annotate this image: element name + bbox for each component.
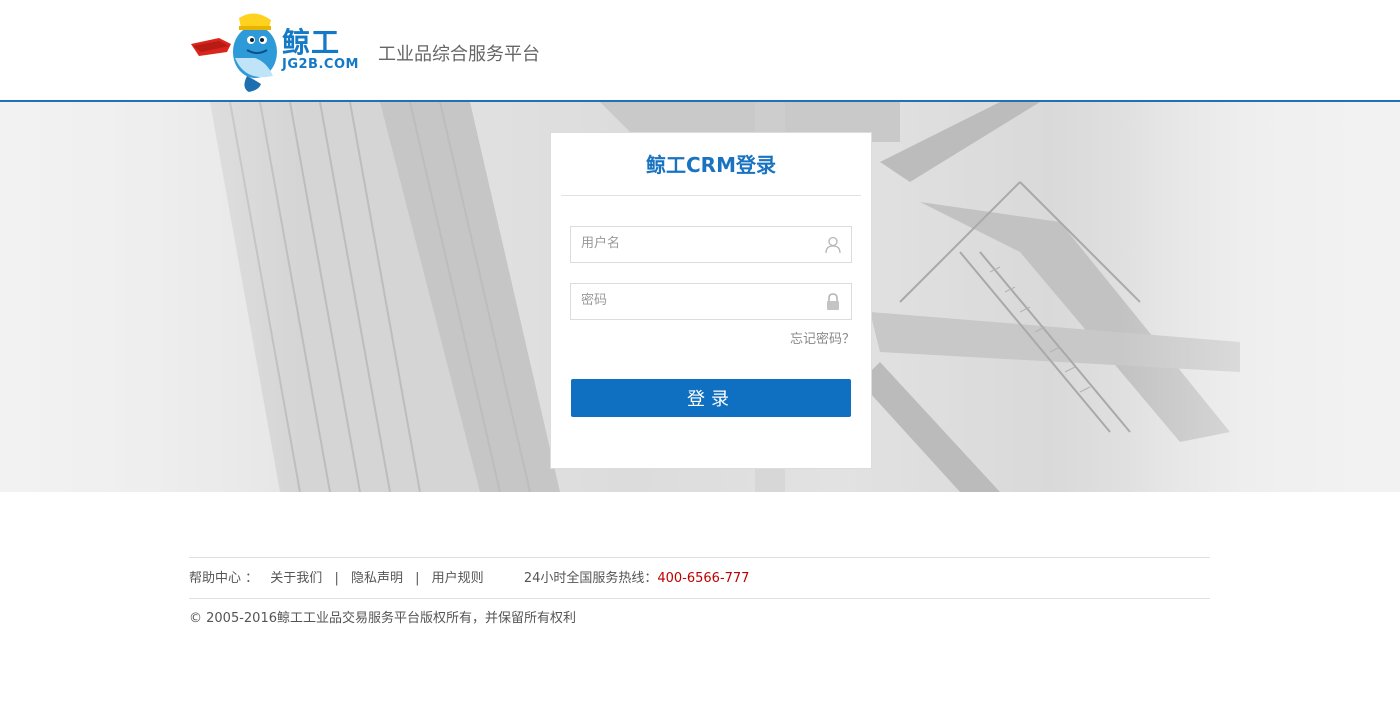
forgot-password-link[interactable]: 忘记密码？: [790, 328, 855, 347]
logo-chinese-text: 鲸工: [282, 26, 341, 59]
username-input[interactable]: [571, 227, 821, 260]
username-field[interactable]: [570, 226, 852, 263]
help-center-label: 帮助中心 ：: [189, 571, 259, 586]
user-rules-link[interactable]: 用户规则: [432, 571, 484, 586]
logo-domain-text: JG2B.COM: [282, 57, 359, 72]
footer-separator: |: [415, 571, 420, 586]
logo-wordmark: 鲸工 JG2B.COM: [282, 28, 359, 72]
hotline-label: 24小时全国服务热线：: [523, 571, 658, 586]
password-input[interactable]: [571, 284, 821, 317]
copyright-text: © 2005-2016鲸工工业品交易服务平台版权所有，并保留所有权利: [189, 611, 576, 626]
lock-icon: [827, 293, 839, 310]
login-title: 鲸工CRM登录: [561, 133, 861, 196]
footer-links-row: 帮助中心 ： 关于我们 | 隐私声明 | 用户规则 24小时全国服务热线：400…: [189, 558, 1210, 598]
login-panel: 鲸工CRM登录 忘记密码？ 登录: [550, 132, 872, 469]
password-field[interactable]: [570, 283, 852, 320]
privacy-statement-link[interactable]: 隐私声明: [351, 571, 403, 586]
user-icon: [825, 236, 841, 254]
site-footer: 帮助中心 ： 关于我们 | 隐私声明 | 用户规则 24小时全国服务热线：400…: [189, 557, 1210, 639]
whale-mascot-icon: [191, 13, 277, 92]
hotline-number: 400-6566-777: [657, 571, 750, 586]
footer-separator: |: [334, 571, 339, 586]
site-slogan: 工业品综合服务平台: [378, 44, 540, 65]
about-us-link[interactable]: 关于我们: [270, 571, 322, 586]
login-button[interactable]: 登录: [571, 379, 851, 417]
site-header: 鲸工 JG2B.COM 工业品综合服务平台: [0, 0, 1400, 102]
